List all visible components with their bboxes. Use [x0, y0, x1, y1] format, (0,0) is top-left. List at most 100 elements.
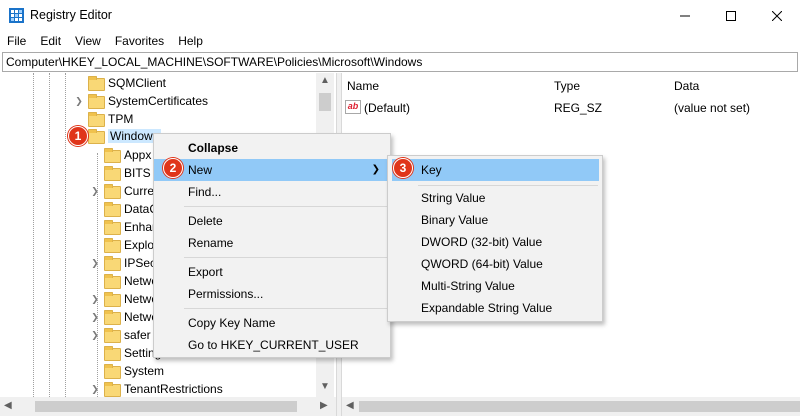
chevron-right-icon[interactable]: ❯: [74, 96, 84, 106]
minimize-button[interactable]: [662, 0, 708, 31]
menu-item-new[interactable]: New ❯: [154, 159, 390, 181]
tree-item[interactable]: Netwo: [90, 272, 158, 290]
submenu-item-string-value[interactable]: String Value: [388, 187, 602, 209]
submenu-item-multi-string-value[interactable]: Multi-String Value: [388, 275, 602, 297]
tree-horizontal-scrollbar[interactable]: ◀ ▶: [0, 397, 336, 416]
string-value-icon: ab: [345, 100, 361, 114]
submenu-item-expandable-string-value[interactable]: Expandable String Value: [388, 297, 602, 319]
tree-item[interactable]: ❯ TenantRestrictions: [90, 380, 223, 397]
folder-icon: [88, 129, 105, 144]
menu-separator: [184, 308, 388, 309]
menu-file[interactable]: File: [0, 31, 33, 51]
submenu-item-key[interactable]: Key: [392, 159, 599, 181]
address-bar[interactable]: Computer\HKEY_LOCAL_MACHINE\SOFTWARE\Pol…: [2, 52, 798, 72]
tree-item-label: TPM: [108, 112, 134, 126]
scroll-up-icon[interactable]: ▲: [320, 76, 330, 86]
value-data: (value not set): [674, 101, 751, 115]
menu-item-find[interactable]: Find...: [154, 181, 390, 203]
submenu-item-qword-value[interactable]: QWORD (64-bit) Value: [388, 253, 602, 275]
scrollbar-thumb[interactable]: [359, 401, 800, 412]
menu-item-rename[interactable]: Rename: [154, 232, 390, 254]
tree-item[interactable]: DataC: [90, 200, 158, 218]
tree-item[interactable]: System: [90, 362, 164, 380]
tree-item-label: BITS: [124, 166, 151, 180]
list-horizontal-scrollbar[interactable]: ◀: [342, 397, 800, 416]
context-menu: Collapse New ❯ Find... Delete Rename Exp…: [153, 133, 391, 358]
tree-item[interactable]: Setting: [90, 344, 161, 362]
folder-icon: [104, 148, 121, 163]
menu-item-copy-key-name[interactable]: Copy Key Name: [154, 312, 390, 334]
chevron-right-icon: ❯: [371, 164, 380, 175]
tree-item-label: safer: [124, 328, 151, 342]
menu-separator: [184, 257, 388, 258]
chevron-right-icon[interactable]: ❯: [90, 294, 100, 304]
column-header-name[interactable]: Name: [347, 79, 379, 93]
menu-favorites[interactable]: Favorites: [108, 31, 171, 51]
tree-item[interactable]: ❯ safer: [90, 326, 151, 344]
folder-icon: [104, 364, 121, 379]
folder-icon: [104, 274, 121, 289]
maximize-icon: [726, 10, 736, 21]
submenu-item-binary-value[interactable]: Binary Value: [388, 209, 602, 231]
tree-item-label: SQMClient: [108, 76, 167, 90]
folder-icon: [104, 184, 121, 199]
submenu-item-dword-value[interactable]: DWORD (32-bit) Value: [388, 231, 602, 253]
tree-item[interactable]: Enhar: [90, 218, 156, 236]
list-item[interactable]: ab (Default) REG_SZ (value not set): [342, 98, 800, 118]
scroll-left-icon[interactable]: ◀: [4, 400, 12, 411]
folder-icon: [88, 112, 105, 127]
tree-item[interactable]: TPM: [74, 110, 133, 128]
tree-item-label: Curre: [124, 184, 155, 198]
scrollbar-thumb[interactable]: [35, 401, 297, 412]
tree-item-label: IPSec: [124, 256, 157, 270]
scroll-left-icon[interactable]: ◀: [346, 400, 354, 411]
tree-item[interactable]: ❯ Curre: [90, 182, 154, 200]
menu-item-goto-hkcu[interactable]: Go to HKEY_CURRENT_USER: [154, 334, 390, 356]
window-title: Registry Editor: [30, 8, 112, 22]
step-badge-1: 1: [68, 126, 88, 146]
scroll-right-icon[interactable]: ▶: [320, 400, 328, 411]
chevron-right-icon[interactable]: ❯: [90, 330, 100, 340]
menu-item-permissions[interactable]: Permissions...: [154, 283, 390, 305]
tree-item[interactable]: ❯ SystemCertificates: [74, 92, 208, 110]
menu-view[interactable]: View: [68, 31, 108, 51]
tree-item[interactable]: ❯ IPSec: [90, 254, 156, 272]
folder-icon: [88, 76, 105, 91]
tree-item[interactable]: SQMClient: [74, 74, 166, 92]
chevron-right-icon[interactable]: ❯: [90, 384, 100, 394]
tree-item[interactable]: Appx: [90, 146, 151, 164]
menu-item-export[interactable]: Export: [154, 261, 390, 283]
folder-icon: [104, 202, 121, 217]
column-header-type[interactable]: Type: [554, 79, 580, 93]
menu-item-collapse[interactable]: Collapse: [154, 137, 390, 159]
menu-item-delete[interactable]: Delete: [154, 210, 390, 232]
tree-item[interactable]: BITS: [90, 164, 151, 182]
menu-bar: File Edit View Favorites Help: [0, 31, 800, 51]
folder-icon: [104, 220, 121, 235]
menu-separator: [184, 206, 388, 207]
menu-help[interactable]: Help: [171, 31, 210, 51]
chevron-right-icon[interactable]: ❯: [90, 312, 100, 322]
title-bar: Registry Editor: [0, 0, 800, 31]
folder-icon: [104, 256, 121, 271]
tree-item[interactable]: ❯ Netwo: [90, 308, 158, 326]
tree-item-label: TenantRestrictions: [124, 382, 223, 396]
tree-item[interactable]: ❯ Netwo: [90, 290, 158, 308]
maximize-button[interactable]: [708, 0, 754, 31]
menu-edit[interactable]: Edit: [33, 31, 68, 51]
folder-icon: [104, 346, 121, 361]
new-submenu: Key String Value Binary Value DWORD (32-…: [387, 155, 603, 322]
column-header-data[interactable]: Data: [674, 79, 699, 93]
chevron-right-icon[interactable]: ❯: [90, 258, 100, 268]
folder-icon: [88, 94, 105, 109]
tree-item-label: SystemCertificates: [108, 94, 209, 108]
chevron-right-icon[interactable]: ❯: [90, 186, 100, 196]
scroll-down-icon[interactable]: ▼: [320, 382, 330, 392]
step-badge-2: 2: [163, 158, 183, 178]
folder-icon: [104, 382, 121, 397]
close-button[interactable]: [754, 0, 800, 31]
tree-item[interactable]: Explo: [90, 236, 154, 254]
scrollbar-thumb[interactable]: [319, 93, 331, 111]
tree-item-label: Explo: [124, 238, 155, 252]
tree-item-label: Appx: [124, 148, 152, 162]
